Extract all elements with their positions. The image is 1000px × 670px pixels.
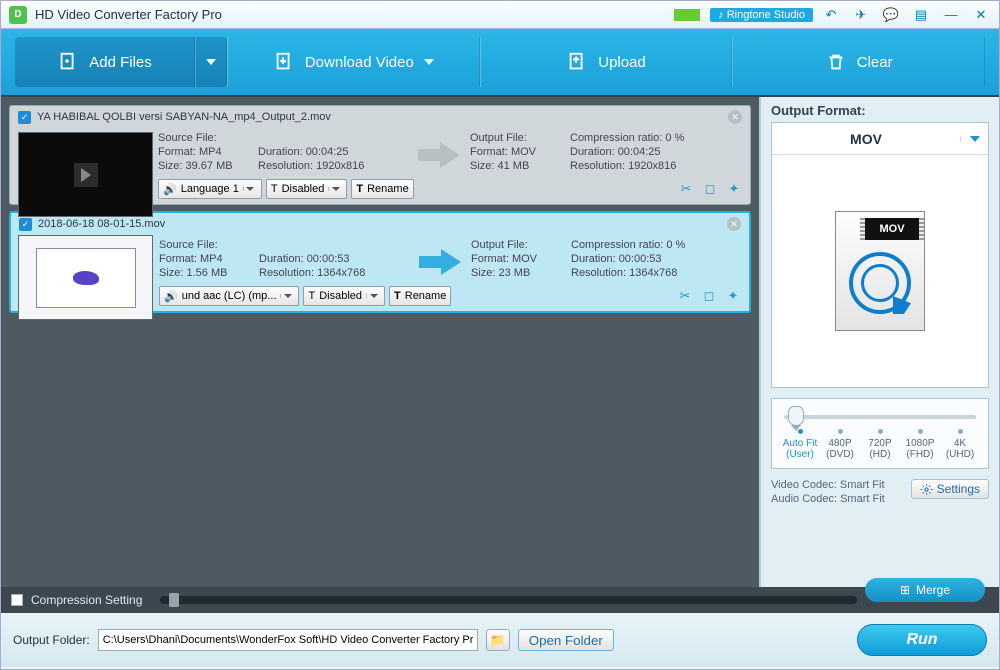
file-list: ✓ YA HABIBAL QOLBI versi SABYAN-NA_mp4_O…	[1, 97, 759, 587]
reso-1080p[interactable]: 1080P(FHD)	[900, 429, 940, 460]
arrow-right-icon	[417, 247, 463, 277]
add-files-label: Add Files	[89, 54, 152, 71]
compression-label: Compression Setting	[31, 593, 142, 607]
upload-icon	[566, 51, 588, 73]
reso-720p[interactable]: 720P(HD)	[860, 429, 900, 460]
settings-button[interactable]: Settings	[911, 479, 989, 499]
file-item[interactable]: ✓ YA HABIBAL QOLBI versi SABYAN-NA_mp4_O…	[9, 105, 751, 205]
crop-icon[interactable]: ◻	[701, 288, 717, 304]
reso-4k[interactable]: 4K(UHD)	[940, 429, 980, 460]
browse-folder-button[interactable]: 📁	[486, 629, 510, 651]
run-button[interactable]: Run	[857, 624, 987, 656]
remove-file-icon[interactable]: ✕	[727, 217, 741, 231]
reso-480p[interactable]: 480P(DVD)	[820, 429, 860, 460]
file-name: 2018-06-18 08-01-15.mov	[38, 218, 165, 230]
format-name: MOV	[772, 131, 960, 147]
upload-button[interactable]: Upload	[480, 37, 733, 87]
rename-button[interactable]: T Rename	[351, 179, 413, 199]
upload-label: Upload	[598, 54, 646, 71]
play-icon	[74, 163, 98, 187]
new-badge-icon	[674, 9, 700, 21]
output-panel: Output Format: MOV MOV Auto Fit(User) 48…	[759, 97, 999, 587]
reso-autofit[interactable]: Auto Fit(User)	[780, 429, 820, 460]
download-icon	[273, 51, 295, 73]
menu-icon[interactable]: ▤	[911, 6, 931, 24]
language-select[interactable]: 🔊 Language 1	[158, 179, 262, 199]
language-select[interactable]: 🔊 und aac (LC) (mp...	[159, 286, 299, 306]
resolution-slider-box: Auto Fit(User) 480P(DVD) 720P(HD) 1080P(…	[771, 398, 989, 469]
pin-icon[interactable]: ✈	[851, 6, 871, 24]
clear-button[interactable]: Clear	[732, 37, 985, 87]
resolution-slider[interactable]	[784, 415, 976, 419]
mov-file-icon: MOV	[835, 211, 925, 331]
app-title: HD Video Converter Factory Pro	[35, 7, 666, 22]
add-files-dropdown[interactable]	[195, 37, 227, 87]
ringtone-studio-button[interactable]: ♪ Ringtone Studio	[710, 8, 813, 22]
compression-checkbox[interactable]	[11, 594, 23, 606]
format-preview[interactable]: MOV	[772, 155, 988, 387]
undo-icon[interactable]: ↶	[821, 6, 841, 24]
remove-file-icon[interactable]: ✕	[728, 110, 742, 124]
trash-icon	[825, 51, 847, 73]
output-folder-input[interactable]	[98, 629, 478, 651]
audio-codec-label: Audio Codec: Smart Fit	[771, 493, 905, 505]
main-area: ✓ YA HABIBAL QOLBI versi SABYAN-NA_mp4_O…	[1, 95, 999, 587]
status-bar: Compression Setting ⊞ Merge	[1, 587, 999, 613]
file-name: YA HABIBAL QOLBI versi SABYAN-NA_mp4_Out…	[37, 111, 331, 123]
download-video-button[interactable]: Download Video	[227, 37, 480, 87]
open-folder-button[interactable]: Open Folder	[518, 629, 614, 651]
gear-icon	[920, 483, 933, 496]
slider-knob[interactable]	[169, 593, 179, 607]
file-checkbox[interactable]: ✓	[19, 218, 32, 231]
app-icon: D	[9, 6, 27, 24]
minimize-icon[interactable]: —	[941, 6, 961, 24]
format-dropdown[interactable]	[960, 136, 988, 142]
subtitle-select[interactable]: T Disabled	[266, 179, 348, 199]
file-checkbox[interactable]: ✓	[18, 111, 31, 124]
close-icon[interactable]: ✕	[971, 6, 991, 24]
chevron-down-icon	[424, 59, 434, 65]
effects-icon[interactable]: ✂	[678, 181, 694, 197]
title-bar: D HD Video Converter Factory Pro ♪ Ringt…	[1, 1, 999, 29]
download-video-label: Download Video	[305, 54, 414, 71]
subtitle-select[interactable]: T Disabled	[303, 286, 385, 306]
video-thumbnail[interactable]	[18, 235, 153, 320]
effects-icon[interactable]: ✂	[677, 288, 693, 304]
main-toolbar: Add Files Download Video Upload Clear	[1, 29, 999, 95]
video-codec-label: Video Codec: Smart Fit	[771, 479, 905, 491]
slider-knob[interactable]	[788, 406, 804, 426]
compression-slider[interactable]	[160, 596, 857, 604]
merge-button[interactable]: ⊞ Merge	[865, 578, 985, 602]
video-thumbnail[interactable]	[18, 132, 153, 217]
output-folder-label: Output Folder:	[13, 633, 90, 647]
chevron-down-icon	[206, 59, 216, 65]
filter-icon[interactable]: ✦	[725, 288, 741, 304]
file-item[interactable]: ✓ 2018-06-18 08-01-15.mov ✕ Source File:…	[9, 211, 751, 313]
output-format-label: Output Format:	[771, 103, 989, 118]
quicktime-icon	[849, 252, 911, 314]
clear-label: Clear	[857, 54, 893, 71]
rename-button[interactable]: T Rename	[389, 286, 451, 306]
add-files-button[interactable]: Add Files	[15, 37, 195, 87]
filter-icon[interactable]: ✦	[726, 181, 742, 197]
format-box: MOV MOV	[771, 122, 989, 388]
crop-icon[interactable]: ◻	[702, 181, 718, 197]
bottom-bar: Output Folder: 📁 Open Folder Run	[1, 613, 999, 667]
feedback-icon[interactable]: 💬	[881, 6, 901, 24]
arrow-right-icon	[416, 140, 462, 170]
add-file-icon	[57, 51, 79, 73]
